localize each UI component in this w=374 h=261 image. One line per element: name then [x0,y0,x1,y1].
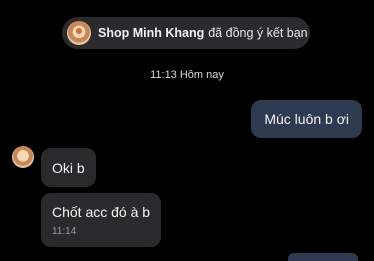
chat-timestamp: 11:13 Hôm nay [150,69,224,81]
message-text: Oki b [52,159,85,176]
sender-avatar[interactable] [12,146,34,168]
shop-name[interactable]: Shop Minh Khang [98,26,204,40]
message-time: 11:14 [52,226,77,237]
message-text: Múc luôn b ơi [264,111,349,127]
friend-accept-notice: Shop Minh Khang đã đồng ý kết bạn [62,17,310,49]
message-text: Chốt acc đó à b [52,204,151,220]
friend-accept-text: đã đồng ý kết bạn [208,26,308,40]
incoming-message[interactable]: Oki b [41,148,96,187]
incoming-message[interactable]: Chốt acc đó à b 11:14 [41,193,162,247]
outgoing-message[interactable]: Múc luôn b ơi [251,100,362,138]
outgoing-message-partial[interactable] [288,253,358,261]
shop-avatar[interactable] [67,21,91,45]
